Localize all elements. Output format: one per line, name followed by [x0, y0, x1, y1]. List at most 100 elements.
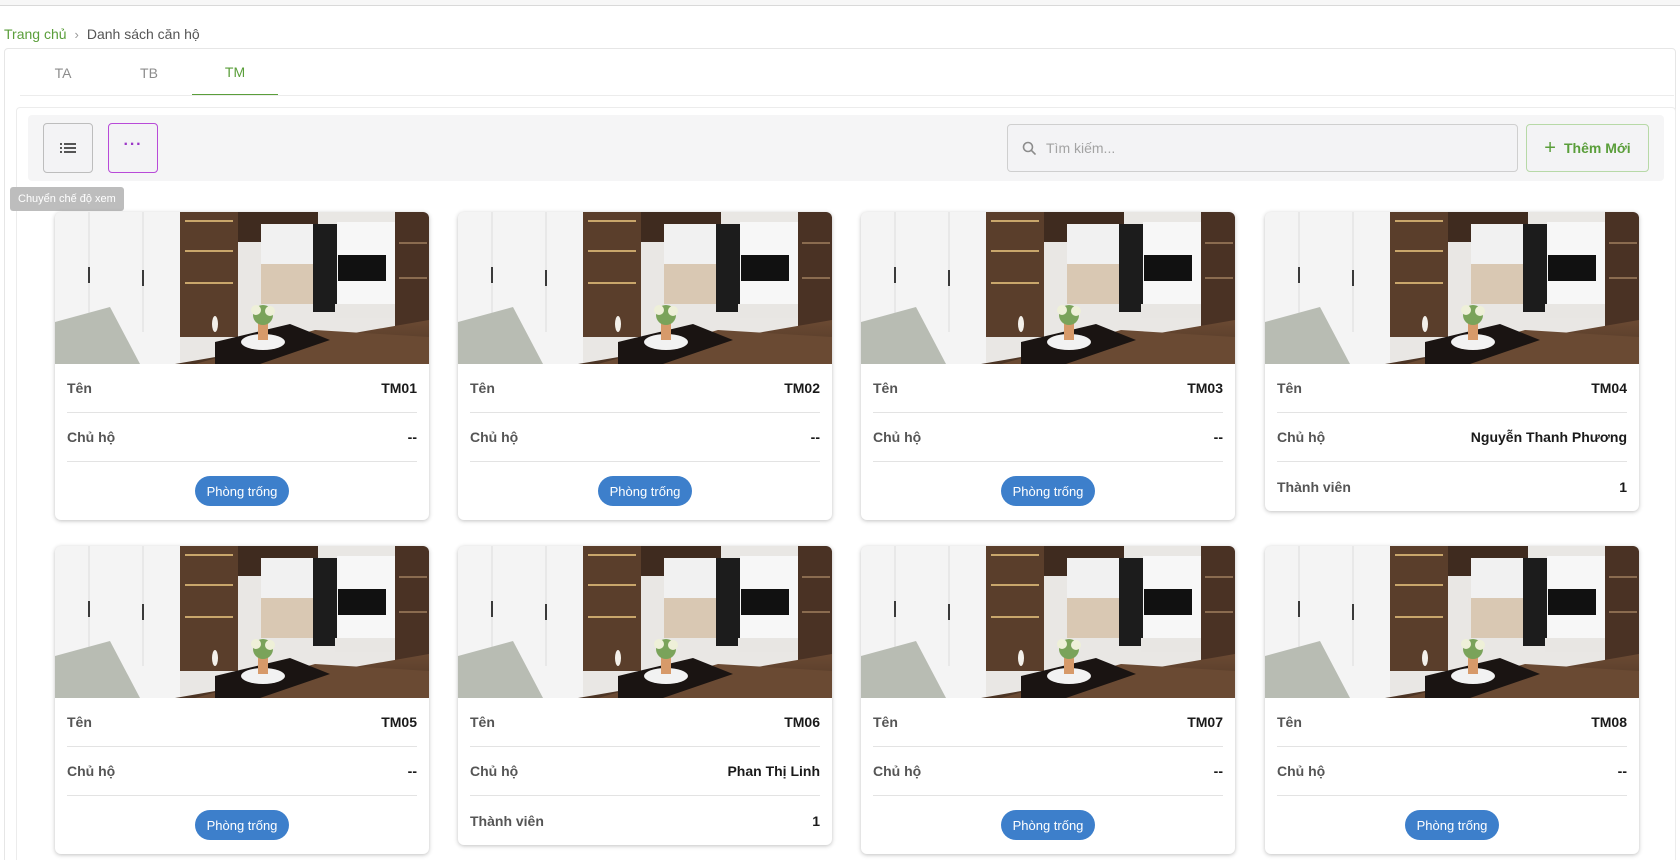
name-row: Tên TM01 [67, 364, 417, 413]
search-input[interactable] [1046, 140, 1486, 156]
apartment-photo [1265, 546, 1639, 698]
owner-value: -- [1213, 429, 1223, 445]
name-label: Tên [873, 380, 898, 396]
card-action: Phòng trống [873, 462, 1223, 520]
owner-label: Chủ hộ [470, 763, 519, 779]
name-row: Tên TM02 [470, 364, 820, 413]
apartment-name: TM03 [1187, 380, 1223, 396]
apartment-card[interactable]: Tên TM03 Chủ hộ -- Phòng trống [861, 212, 1235, 520]
tab-tb[interactable]: TB [106, 50, 192, 96]
owner-row: Chủ hộ Phan Thị Linh [470, 747, 820, 796]
apartment-card[interactable]: Tên TM02 Chủ hộ -- Phòng trống [458, 212, 832, 520]
plus-icon: + [1544, 137, 1556, 159]
card-action: Phòng trống [67, 796, 417, 854]
owner-value: -- [1213, 763, 1223, 779]
apartment-card[interactable]: Tên TM07 Chủ hộ -- Phòng trống [861, 546, 1235, 854]
card-image [861, 212, 1235, 364]
breadcrumb: Trang chủ › Danh sách căn hộ [4, 26, 200, 42]
name-label: Tên [67, 380, 92, 396]
owner-value: -- [407, 763, 417, 779]
vacant-status-button[interactable]: Phòng trống [194, 476, 290, 506]
name-label: Tên [873, 714, 898, 730]
owner-row: Chủ hộ -- [470, 413, 820, 462]
apartment-photo [458, 212, 832, 364]
tab-tm[interactable]: TM [192, 50, 278, 96]
members-label: Thành viên [470, 812, 544, 829]
name-label: Tên [470, 380, 495, 396]
vacant-status-button[interactable]: Phòng trống [1404, 810, 1500, 840]
vacant-status-button[interactable]: Phòng trống [1000, 476, 1096, 506]
breadcrumb-home-link[interactable]: Trang chủ [4, 26, 67, 42]
card-body: Tên TM08 Chủ hộ -- Phòng trống [1265, 698, 1639, 854]
name-label: Tên [1277, 714, 1302, 730]
owner-value: -- [1617, 763, 1627, 779]
owner-value: Nguyễn Thanh Phương [1470, 429, 1627, 445]
vacant-status-button[interactable]: Phòng trống [597, 476, 693, 506]
card-action: Phòng trống [873, 796, 1223, 854]
view-toggle-tooltip: Chuyển chế độ xem [10, 187, 124, 211]
name-row: Tên TM07 [873, 698, 1223, 747]
apartment-name: TM04 [1591, 380, 1627, 396]
owner-label: Chủ hộ [1277, 429, 1326, 445]
card-image [861, 546, 1235, 698]
search-box[interactable] [1007, 124, 1518, 172]
owner-label: Chủ hộ [873, 429, 922, 445]
search-icon [1022, 141, 1036, 155]
card-image [1265, 212, 1639, 364]
owner-row: Chủ hộ Nguyễn Thanh Phương [1277, 413, 1627, 462]
tabs-divider [20, 95, 1674, 96]
apartment-photo [55, 212, 429, 364]
apartment-photo [458, 546, 832, 698]
more-dots-icon: ··· [123, 136, 143, 153]
apartment-card[interactable]: Tên TM05 Chủ hộ -- Phòng trống [55, 546, 429, 854]
name-label: Tên [67, 714, 92, 730]
vacant-status-button[interactable]: Phòng trống [1000, 810, 1096, 840]
apartment-card[interactable]: Tên TM06 Chủ hộ Phan Thị Linh Thành viên… [458, 546, 832, 845]
top-bar [0, 0, 1680, 6]
members-row: Thành viên 1 [1277, 462, 1627, 511]
owner-value: Phan Thị Linh [727, 763, 820, 779]
apartment-photo [861, 546, 1235, 698]
more-options-button[interactable]: ··· [108, 123, 158, 173]
owner-row: Chủ hộ -- [67, 413, 417, 462]
view-toggle-button[interactable] [43, 123, 93, 173]
vacant-status-button[interactable]: Phòng trống [194, 810, 290, 840]
card-body: Tên TM03 Chủ hộ -- Phòng trống [861, 364, 1235, 520]
card-body: Tên TM02 Chủ hộ -- Phòng trống [458, 364, 832, 520]
members-label: Thành viên [1277, 478, 1351, 495]
owner-label: Chủ hộ [1277, 763, 1326, 779]
breadcrumb-current: Danh sách căn hộ [86, 26, 200, 42]
owner-label: Chủ hộ [67, 763, 116, 779]
name-row: Tên TM06 [470, 698, 820, 747]
list-icon [60, 143, 76, 153]
apartment-name: TM02 [784, 380, 820, 396]
card-action: Phòng trống [67, 462, 417, 520]
apartment-photo [1265, 212, 1639, 364]
card-image [55, 212, 429, 364]
members-value: 1 [1619, 478, 1627, 495]
apartment-card[interactable]: Tên TM08 Chủ hộ -- Phòng trống [1265, 546, 1639, 854]
owner-value: -- [810, 429, 820, 445]
add-new-label: Thêm Mới [1563, 140, 1631, 156]
name-label: Tên [470, 714, 495, 730]
apartment-photo [861, 212, 1235, 364]
building-tabs: TA TB TM [20, 50, 278, 96]
card-body: Tên TM01 Chủ hộ -- Phòng trống [55, 364, 429, 520]
card-body: Tên TM05 Chủ hộ -- Phòng trống [55, 698, 429, 854]
name-label: Tên [1277, 380, 1302, 396]
apartment-card[interactable]: Tên TM01 Chủ hộ -- Phòng trống [55, 212, 429, 520]
card-body: Tên TM04 Chủ hộ Nguyễn Thanh Phương Thàn… [1265, 364, 1639, 511]
apartment-name: TM06 [784, 714, 820, 730]
name-row: Tên TM03 [873, 364, 1223, 413]
card-image [1265, 546, 1639, 698]
owner-label: Chủ hộ [67, 429, 116, 445]
apartment-card[interactable]: Tên TM04 Chủ hộ Nguyễn Thanh Phương Thàn… [1265, 212, 1639, 511]
apartment-name: TM01 [381, 380, 417, 396]
card-image [458, 546, 832, 698]
tab-ta[interactable]: TA [20, 50, 106, 96]
add-new-button[interactable]: + Thêm Mới [1526, 124, 1649, 172]
apartment-photo [55, 546, 429, 698]
name-row: Tên TM04 [1277, 364, 1627, 413]
owner-row: Chủ hộ -- [1277, 747, 1627, 796]
apartment-name: TM07 [1187, 714, 1223, 730]
